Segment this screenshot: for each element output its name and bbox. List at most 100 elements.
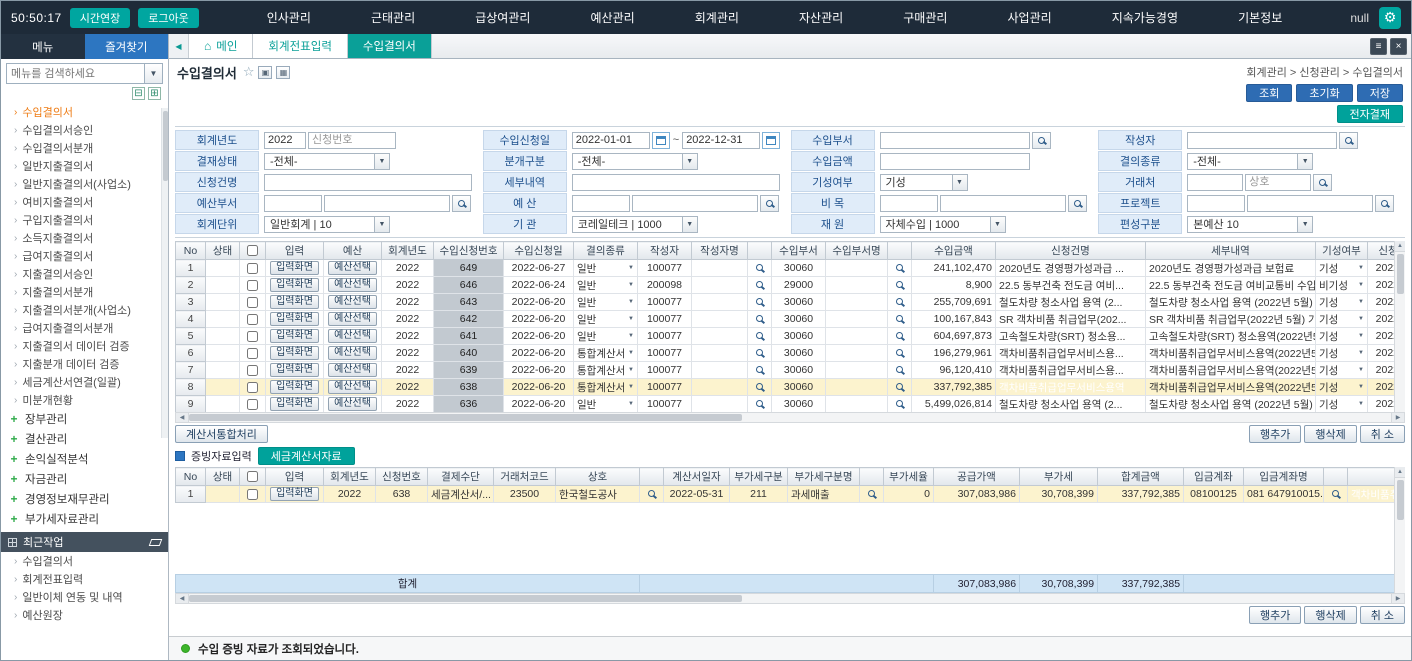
select-all-checkbox[interactable] bbox=[247, 471, 258, 482]
sidebar-tab-menu[interactable]: 메뉴 bbox=[1, 34, 85, 59]
popup-icon[interactable]: ▣ bbox=[258, 66, 272, 79]
table-row[interactable]: 9입력화면예산선택20226362022-06-20일반▼10007730060… bbox=[176, 396, 1406, 413]
collapse-all-icon[interactable]: ⊟ bbox=[132, 87, 145, 100]
completion-select[interactable]: 기성▼ bbox=[1316, 328, 1368, 345]
row-checkbox[interactable] bbox=[247, 331, 258, 342]
search-icon[interactable] bbox=[756, 383, 763, 390]
request-no-input[interactable] bbox=[308, 132, 396, 149]
document-tab[interactable]: 수입결의서 bbox=[348, 34, 432, 58]
delete-row-button[interactable]: 행삭제 bbox=[1304, 606, 1356, 624]
tax-invoice-button[interactable]: 세금계산서자료 bbox=[258, 447, 355, 465]
favorite-star-icon[interactable]: ☆ bbox=[243, 64, 255, 80]
search-icon[interactable] bbox=[896, 315, 903, 322]
sidebar-menu-item[interactable]: › 여비지출결의서 bbox=[1, 193, 168, 211]
top-menu-item[interactable]: 회계관리 bbox=[695, 9, 739, 26]
completion-select[interactable]: 기성▼ bbox=[1316, 362, 1368, 379]
plus-icon[interactable]: + bbox=[9, 492, 19, 506]
search-icon[interactable] bbox=[1375, 195, 1394, 212]
input-button[interactable]: 입력화면 bbox=[270, 295, 319, 309]
search-icon[interactable] bbox=[756, 366, 763, 373]
row-checkbox[interactable] bbox=[247, 348, 258, 359]
select-all-checkbox[interactable] bbox=[247, 245, 258, 256]
input-button[interactable]: 입력화면 bbox=[270, 380, 319, 394]
sidebar-group-item[interactable]: + 자금관리 bbox=[1, 469, 168, 489]
row-checkbox[interactable] bbox=[247, 297, 258, 308]
vendor-name-input[interactable] bbox=[1245, 174, 1311, 191]
top-menu-item[interactable]: 급상여관리 bbox=[475, 9, 530, 26]
search-icon[interactable] bbox=[1032, 132, 1051, 149]
search-icon[interactable] bbox=[756, 400, 763, 407]
sidebar-group-item[interactable]: + 장부관리 bbox=[1, 409, 168, 429]
budget-dept-name-input[interactable] bbox=[324, 195, 450, 212]
project-code-input[interactable] bbox=[1187, 195, 1245, 212]
plus-icon[interactable]: + bbox=[9, 512, 19, 526]
top-menu-item[interactable]: 인사관리 bbox=[267, 9, 311, 26]
document-tab[interactable]: 회계전표입력 bbox=[253, 34, 347, 58]
chevron-down-icon[interactable]: ▼ bbox=[144, 64, 162, 83]
decision-type-select[interactable]: -전체-▼ bbox=[1187, 153, 1313, 170]
top-menu-item[interactable]: 근태관리 bbox=[371, 9, 415, 26]
fiscal-year-input[interactable] bbox=[264, 132, 306, 149]
budget-button[interactable]: 예산선택 bbox=[328, 346, 377, 360]
completion-select[interactable]: 비기성▼ bbox=[1316, 277, 1368, 294]
search-icon[interactable] bbox=[760, 195, 779, 212]
detail-desc-input[interactable] bbox=[572, 174, 780, 191]
row-checkbox[interactable] bbox=[247, 280, 258, 291]
completion-select[interactable]: 기성▼ bbox=[880, 174, 968, 191]
search-icon[interactable] bbox=[756, 264, 763, 271]
journal-type-select[interactable]: -전체-▼ bbox=[572, 153, 698, 170]
budget-button[interactable]: 예산선택 bbox=[328, 397, 377, 411]
scroll-left-icon[interactable]: ◀ bbox=[176, 413, 189, 422]
sidebar-menu-item[interactable]: › 구입지출결의서 bbox=[1, 211, 168, 229]
request-name-input[interactable] bbox=[264, 174, 472, 191]
table-row[interactable]: 1입력화면2022638세금계산서/...23500한국철도공사2022-05-… bbox=[176, 486, 1406, 503]
reset-button[interactable]: 초기화 bbox=[1296, 84, 1352, 102]
income-dept-input[interactable] bbox=[880, 132, 1030, 149]
tab-scroll-left-button[interactable]: ◀ bbox=[169, 34, 189, 58]
budget-button[interactable]: 예산선택 bbox=[328, 380, 377, 394]
sidebar-group-item[interactable]: + 손익실적분석 bbox=[1, 449, 168, 469]
col-check[interactable] bbox=[240, 242, 266, 260]
input-button[interactable]: 입력화면 bbox=[270, 312, 319, 326]
table-row[interactable]: 2입력화면예산선택20226462022-06-24일반▼20009829000… bbox=[176, 277, 1406, 294]
top-menu-item[interactable]: 지속가능경영 bbox=[1112, 9, 1178, 26]
income-amount-input[interactable] bbox=[880, 153, 1030, 170]
close-tab-icon[interactable]: × bbox=[1390, 38, 1407, 55]
plus-icon[interactable]: + bbox=[9, 432, 19, 446]
decision-type-select[interactable]: 일반▼ bbox=[574, 311, 638, 328]
top-menu-item[interactable]: 예산관리 bbox=[591, 9, 635, 26]
top-menu-item[interactable]: 자산관리 bbox=[799, 9, 843, 26]
sidebar-menu-item[interactable]: › 지출결의서 데이터 검증 bbox=[1, 337, 168, 355]
search-icon[interactable] bbox=[756, 332, 763, 339]
search-button[interactable]: 조회 bbox=[1246, 84, 1292, 102]
date-from-input[interactable] bbox=[572, 132, 650, 149]
search-icon[interactable] bbox=[1313, 174, 1332, 191]
writer-input[interactable] bbox=[1187, 132, 1337, 149]
save-button[interactable]: 저장 bbox=[1357, 84, 1403, 102]
expense-item-code-input[interactable] bbox=[880, 195, 938, 212]
add-row-button[interactable]: 행추가 bbox=[1249, 606, 1301, 624]
top-menu-item[interactable]: 기본정보 bbox=[1238, 9, 1282, 26]
row-checkbox[interactable] bbox=[247, 399, 258, 410]
calendar-icon[interactable] bbox=[762, 132, 780, 149]
sidebar-menu-item[interactable]: › 세금계산서연결(일괄) bbox=[1, 373, 168, 391]
input-button[interactable]: 입력화면 bbox=[270, 363, 319, 377]
budget-button[interactable]: 예산선택 bbox=[328, 363, 377, 377]
sidebar-menu-item[interactable]: › 일반지출결의서 bbox=[1, 157, 168, 175]
input-button[interactable]: 입력화면 bbox=[270, 261, 319, 275]
invoice-merge-button[interactable]: 계산서통합처리 bbox=[175, 425, 268, 443]
budget-button[interactable]: 예산선택 bbox=[328, 278, 377, 292]
decision-type-select[interactable]: 일반▼ bbox=[574, 277, 638, 294]
search-icon[interactable] bbox=[896, 349, 903, 356]
table-row[interactable]: 5입력화면예산선택20226412022-06-20일반▼10007730060… bbox=[176, 328, 1406, 345]
completion-select[interactable]: 기성▼ bbox=[1316, 311, 1368, 328]
search-icon[interactable] bbox=[1068, 195, 1087, 212]
table-row[interactable]: 8입력화면예산선택20226382022-06-20통합계산서▼10007730… bbox=[176, 379, 1406, 396]
grid-vertical-scrollbar[interactable]: ▲ bbox=[1394, 467, 1405, 593]
sidebar-menu-item[interactable]: › 급여지출결의서 bbox=[1, 247, 168, 265]
sidebar-group-item[interactable]: + 결산관리 bbox=[1, 429, 168, 449]
recent-work-item[interactable]: › 일반이체 연동 및 내역 bbox=[1, 588, 168, 606]
recent-work-item[interactable]: › 수입결의서 bbox=[1, 552, 168, 570]
sidebar-group-item[interactable]: + 부가세자료관리 bbox=[1, 509, 168, 529]
cancel-button[interactable]: 취 소 bbox=[1360, 425, 1405, 443]
